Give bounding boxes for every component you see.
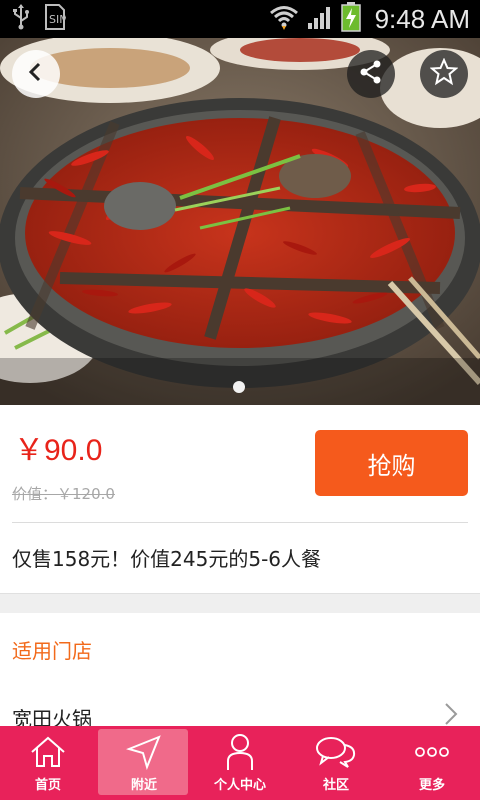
nav-label: 附近 bbox=[130, 778, 157, 793]
usb-icon bbox=[12, 4, 30, 34]
applicable-stores: 适用门店 宽田火锅 bbox=[0, 613, 480, 731]
signal-icon bbox=[307, 5, 333, 33]
more-dots-icon bbox=[414, 732, 450, 772]
status-time: 9:48 AM bbox=[374, 3, 470, 34]
navigation-arrow-icon bbox=[126, 732, 162, 772]
nav-label: 更多 bbox=[418, 778, 445, 793]
product-image-carousel[interactable] bbox=[0, 38, 480, 405]
nav-item-nearby[interactable]: 附近 bbox=[96, 726, 192, 800]
status-bar: SIM 9:48 AM bbox=[0, 0, 480, 38]
deal-info: ￥90.0 价值：￥120.0 抢购 仅售158元！价值245元的5-6人餐 bbox=[0, 405, 480, 593]
nav-label: 社区 bbox=[322, 778, 349, 793]
home-icon bbox=[29, 732, 67, 772]
divider bbox=[12, 522, 468, 523]
buy-now-button[interactable]: 抢购 bbox=[315, 430, 468, 496]
original-price: 价值：￥120.0 bbox=[12, 485, 115, 503]
share-button[interactable] bbox=[347, 50, 395, 98]
sim-card-icon: SIM bbox=[44, 3, 69, 35]
wifi-icon bbox=[269, 4, 299, 34]
chat-bubbles-icon bbox=[315, 732, 357, 772]
nav-label: 个人中心 bbox=[213, 778, 266, 793]
deal-description: 仅售158元！价值245元的5-6人餐 bbox=[12, 547, 322, 571]
app-screen: SIM 9:48 AM ￥90.0 价值：￥120.0 抢购 仅售158元！价值… bbox=[0, 0, 480, 800]
deal-price: ￥90.0 bbox=[14, 434, 103, 467]
bottom-navigation: 首页 附近 个人中心 社区 更多 bbox=[0, 726, 480, 800]
star-icon bbox=[429, 57, 459, 90]
nav-label: 首页 bbox=[34, 778, 61, 793]
favorite-button[interactable] bbox=[420, 50, 468, 98]
back-arrow-icon bbox=[25, 61, 47, 87]
stores-section-title: 适用门店 bbox=[12, 639, 92, 663]
person-icon bbox=[225, 732, 255, 772]
share-icon bbox=[358, 59, 384, 89]
nav-item-profile[interactable]: 个人中心 bbox=[192, 726, 288, 800]
hotpot-photo bbox=[0, 38, 480, 405]
nav-item-more[interactable]: 更多 bbox=[384, 726, 480, 800]
back-button[interactable] bbox=[12, 50, 60, 98]
nav-item-community[interactable]: 社区 bbox=[288, 726, 384, 800]
svg-text:SIM: SIM bbox=[49, 13, 66, 26]
carousel-indicator-dot bbox=[233, 381, 245, 393]
section-gap bbox=[0, 593, 480, 613]
battery-charging-icon bbox=[340, 2, 361, 36]
nav-item-home[interactable]: 首页 bbox=[0, 726, 96, 800]
